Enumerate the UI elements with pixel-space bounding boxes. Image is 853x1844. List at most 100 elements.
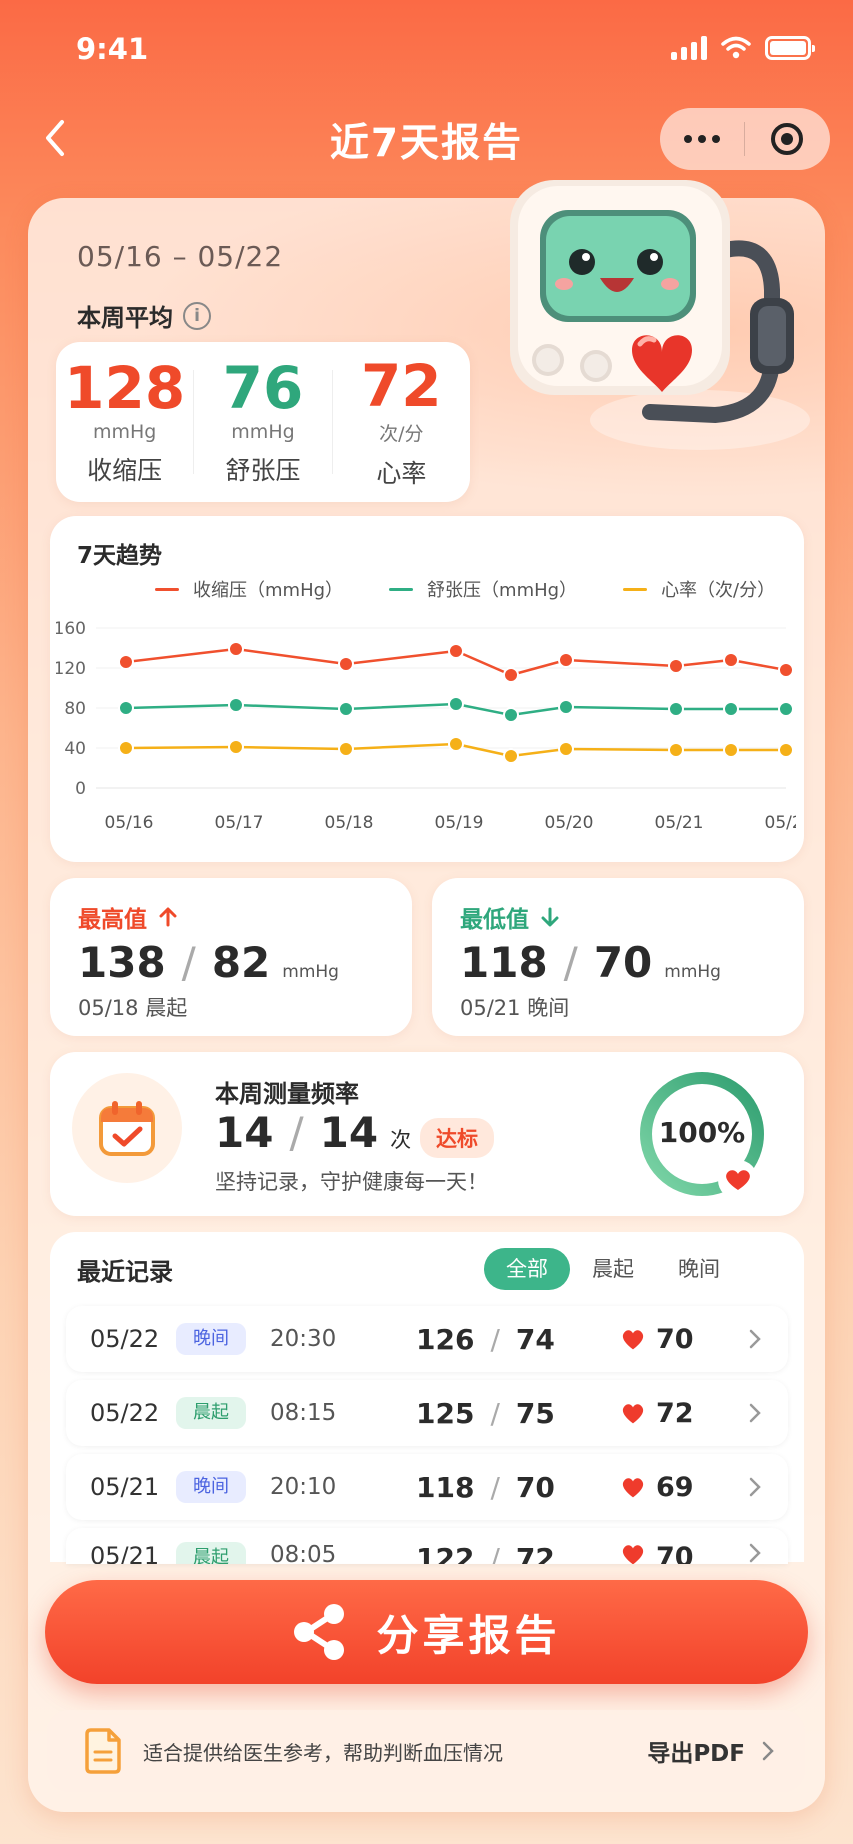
frequency-unit: 次	[390, 1128, 412, 1152]
highest-value-card[interactable]: 最高值 138 / 82 mmHg 05/18 晨起	[50, 878, 412, 1036]
data-point	[118, 654, 134, 670]
highest-diastolic: 82	[211, 938, 271, 987]
list-item[interactable]: 05/21 晚间 20:10 118/70 69	[66, 1454, 788, 1520]
avg-value: 76	[222, 354, 304, 422]
lowest-title: 最低值	[460, 907, 529, 933]
record-tag: 晚间	[176, 1323, 246, 1355]
record-heart-rate: 72	[656, 1397, 694, 1429]
record-systolic: 125	[416, 1396, 475, 1430]
x-tick-label: 05/19	[435, 813, 484, 833]
data-point	[558, 652, 574, 668]
tab-morning[interactable]: 晨起	[570, 1248, 656, 1290]
heart-icon	[622, 1478, 644, 1498]
lowest-time: 05/21 晚间	[460, 996, 570, 1020]
chevron-right-icon	[749, 1543, 761, 1563]
trend-title: 7天趋势	[77, 543, 163, 569]
record-time: 08:05	[270, 1542, 337, 1564]
record-time: 20:10	[270, 1474, 337, 1500]
date-range: 05/16 – 05/22	[77, 240, 284, 273]
y-tick-label: 160	[56, 619, 86, 639]
record-systolic: 122	[416, 1542, 475, 1564]
tab-all[interactable]: 全部	[484, 1248, 570, 1290]
record-time: 20:30	[270, 1326, 337, 1352]
lowest-value-card[interactable]: 最低值 118 / 70 mmHg 05/21 晚间	[432, 878, 804, 1036]
data-point	[118, 700, 134, 716]
avg-heart-rate: 72 次/分 心率	[333, 342, 470, 502]
record-heart-rate: 69	[656, 1471, 694, 1503]
record-date: 05/22	[90, 1399, 160, 1427]
record-tag: 晚间	[176, 1471, 246, 1503]
heart-icon	[622, 1404, 644, 1424]
more-icon[interactable]	[660, 135, 744, 143]
weekly-average-label: 本周平均 i	[77, 298, 211, 333]
close-target-icon[interactable]	[745, 123, 829, 155]
document-icon	[85, 1728, 121, 1774]
data-point	[723, 701, 739, 717]
data-point	[558, 741, 574, 757]
chevron-right-icon	[749, 1477, 761, 1497]
average-summary-card: 128 mmHg 收缩压 76 mmHg 舒张压 72 次/分 心率	[56, 342, 470, 502]
avg-diastolic: 76 mmHg 舒张压	[194, 342, 331, 502]
highest-unit: mmHg	[282, 962, 339, 982]
x-tick-label: 05/16	[105, 813, 154, 833]
y-tick-label: 0	[75, 779, 86, 799]
legend-systolic: 收缩压（mmHg）	[155, 576, 343, 602]
data-point	[723, 652, 739, 668]
heart-icon	[622, 1545, 644, 1564]
y-tick-label: 40	[64, 739, 86, 759]
record-filter-tabs: 全部 晨起 晚间	[484, 1248, 742, 1290]
share-report-button[interactable]: 分享报告	[45, 1580, 808, 1684]
highest-time: 05/18 晨起	[78, 996, 188, 1020]
lowest-unit: mmHg	[664, 962, 721, 982]
wifi-icon	[721, 36, 751, 59]
calendar-check-icon	[72, 1073, 182, 1183]
record-systolic: 118	[416, 1470, 475, 1504]
share-icon	[294, 1604, 345, 1660]
data-point	[118, 740, 134, 756]
record-diastolic: 70	[515, 1470, 555, 1504]
avg-unit: mmHg	[92, 421, 157, 443]
highest-title: 最高值	[78, 907, 147, 933]
record-diastolic: 75	[515, 1396, 555, 1430]
status-icons	[671, 36, 815, 60]
legend-heart-rate: 心率（次/分）	[623, 576, 775, 602]
highest-systolic: 138	[78, 938, 166, 987]
x-tick-label: 05/20	[545, 813, 594, 833]
data-point	[448, 696, 464, 712]
trend-line-chart: 0 40 80 120 160 05/16 05/17 05/18 05/19 05/20 05/2…	[56, 619, 797, 833]
data-point	[503, 707, 519, 723]
data-point	[558, 699, 574, 715]
list-item[interactable]: 05/21 晨起 08:05 122/72 70	[66, 1528, 788, 1564]
data-point	[503, 667, 519, 683]
data-point	[228, 697, 244, 713]
data-point	[778, 701, 794, 717]
data-point	[668, 742, 684, 758]
record-heart-rate: 70	[656, 1323, 694, 1355]
export-pdf-row[interactable]: 适合提供给医生参考，帮助判断血压情况 导出PDF	[47, 1710, 805, 1792]
heart-icon	[622, 1330, 644, 1350]
x-tick-label: 05/21	[655, 813, 704, 833]
bp-monitor-mascot-icon	[510, 180, 810, 450]
record-date: 05/21	[90, 1542, 160, 1564]
pdf-hint: 适合提供给医生参考，帮助判断血压情况	[143, 1740, 503, 1765]
status-time: 9:41	[76, 32, 149, 66]
record-date: 05/21	[90, 1473, 160, 1501]
legend-diastolic: 舒张压（mmHg）	[389, 576, 577, 602]
list-item[interactable]: 05/22 晚间 20:30 126/74 70	[66, 1306, 788, 1372]
progress-percent: 100%	[658, 1116, 746, 1149]
data-point	[228, 739, 244, 755]
data-point	[503, 748, 519, 764]
signal-icon	[671, 36, 707, 60]
x-tick-label: 05/17	[215, 813, 264, 833]
battery-icon	[765, 36, 815, 60]
status-badge: 达标	[420, 1118, 494, 1158]
heart-icon	[718, 1160, 758, 1200]
record-diastolic: 74	[515, 1322, 555, 1356]
data-point	[338, 741, 354, 757]
tab-evening[interactable]: 晚间	[656, 1248, 742, 1290]
info-icon[interactable]: i	[183, 301, 211, 330]
x-tick-label: 05/22	[765, 813, 797, 833]
list-item[interactable]: 05/22 晨起 08:15 125/75 72	[66, 1380, 788, 1446]
y-tick-label: 80	[64, 699, 86, 719]
arrow-down-icon	[541, 907, 559, 927]
